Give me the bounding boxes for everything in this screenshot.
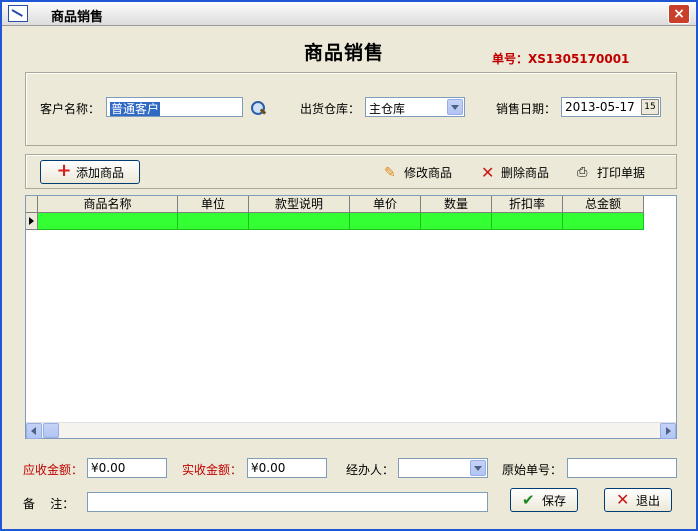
table-cell[interactable] (249, 213, 350, 230)
receivable-label: 应收金额： (23, 463, 84, 477)
row-indicator (26, 213, 38, 230)
x-icon: ✕ (615, 490, 630, 509)
exit-button[interactable]: ✕ 退出 (604, 488, 672, 512)
table-cell[interactable] (350, 213, 421, 230)
main-window: 商品销售 × 商品销售 单号：XS1305170001 客户名称： 普通客户 出… (0, 0, 698, 531)
original-no-field[interactable] (567, 458, 677, 478)
column-header[interactable]: 折扣率 (492, 196, 563, 213)
plus-icon: + (56, 160, 72, 181)
edit-product-label: 修改商品 (404, 166, 453, 180)
grid-header: 商品名称 单位 款型说明 单价 数量 折扣率 总金额 (26, 196, 644, 213)
remark-field[interactable] (87, 492, 488, 512)
received-label: 实收金额： (182, 463, 243, 477)
customer-input[interactable]: 普通客户 (106, 97, 243, 117)
warehouse-value: 主仓库 (369, 102, 406, 116)
save-label: 保存 (541, 493, 566, 508)
table-cell[interactable] (421, 213, 492, 230)
product-grid[interactable]: 商品名称 单位 款型说明 单价 数量 折扣率 总金额 (25, 195, 677, 439)
page-title: 商品销售 (304, 42, 385, 64)
column-header[interactable]: 数量 (421, 196, 492, 213)
exit-label: 退出 (635, 493, 660, 508)
grid-corner (26, 196, 38, 213)
edit-product-button[interactable]: ✎ 修改商品 (384, 164, 452, 181)
add-product-label: 添加商品 (75, 165, 124, 180)
delete-icon: ✕ (481, 162, 495, 182)
date-picker[interactable]: 2013-05-17 15 (561, 97, 661, 117)
print-label: 打印单据 (597, 166, 646, 180)
check-icon: ✔ (521, 491, 535, 509)
customer-label: 客户名称： (40, 102, 101, 116)
column-header[interactable]: 商品名称 (38, 196, 178, 213)
window-title: 商品销售 (51, 10, 104, 25)
warehouse-select[interactable]: 主仓库 (365, 97, 465, 117)
table-cell[interactable] (492, 213, 563, 230)
app-icon (8, 5, 28, 22)
search-icon[interactable] (250, 100, 266, 116)
warehouse-label: 出货仓库： (300, 102, 361, 116)
header-group: 客户名称： 普通客户 出货仓库： 主仓库 销售日期： 2013-05-17 15 (25, 72, 677, 146)
table-cell[interactable] (178, 213, 249, 230)
customer-value: 普通客户 (110, 102, 161, 116)
order-number: 单号：XS1305170001 (492, 52, 630, 66)
horizontal-scrollbar[interactable] (26, 422, 676, 439)
chevron-down-icon[interactable] (470, 460, 486, 476)
table-cell[interactable] (563, 213, 644, 230)
handler-label: 经办人： (346, 463, 395, 477)
form-body: 商品销售 单号：XS1305170001 客户名称： 普通客户 出货仓库： 主仓… (5, 28, 693, 528)
date-label: 销售日期： (496, 102, 557, 116)
chevron-down-icon[interactable] (447, 99, 463, 115)
original-no-label: 原始单号： (502, 463, 563, 477)
scroll-left-icon[interactable] (26, 423, 42, 439)
pencil-icon: ✎ (384, 164, 396, 181)
column-header[interactable]: 单价 (350, 196, 421, 213)
handler-select[interactable] (398, 458, 488, 478)
column-header[interactable]: 款型说明 (249, 196, 350, 213)
received-field[interactable]: ¥0.00 (247, 458, 327, 478)
add-product-button[interactable]: + 添加商品 (40, 160, 140, 184)
delete-product-button[interactable]: ✕ 删除商品 (481, 164, 549, 181)
delete-product-label: 删除商品 (501, 166, 550, 180)
close-icon[interactable]: × (668, 4, 690, 24)
column-header[interactable]: 单位 (178, 196, 249, 213)
calendar-icon[interactable]: 15 (641, 99, 659, 115)
toolbar-group: + 添加商品 ✎ 修改商品 ✕ 删除商品 ⎙ 打印单据 (25, 154, 677, 189)
printer-icon: ⎙ (577, 164, 588, 180)
scroll-right-icon[interactable] (660, 423, 676, 439)
remark-label: 备 注： (23, 497, 75, 511)
print-button[interactable]: ⎙ 打印单据 (577, 164, 645, 181)
scroll-thumb[interactable] (43, 423, 59, 438)
receivable-field[interactable]: ¥0.00 (87, 458, 167, 478)
table-cell[interactable] (38, 213, 178, 230)
table-row[interactable] (26, 213, 644, 230)
title-bar[interactable]: 商品销售 × (2, 2, 696, 26)
date-value: 2013-05-17 (565, 100, 635, 114)
column-header[interactable]: 总金额 (563, 196, 644, 213)
save-button[interactable]: ✔ 保存 (510, 488, 578, 512)
